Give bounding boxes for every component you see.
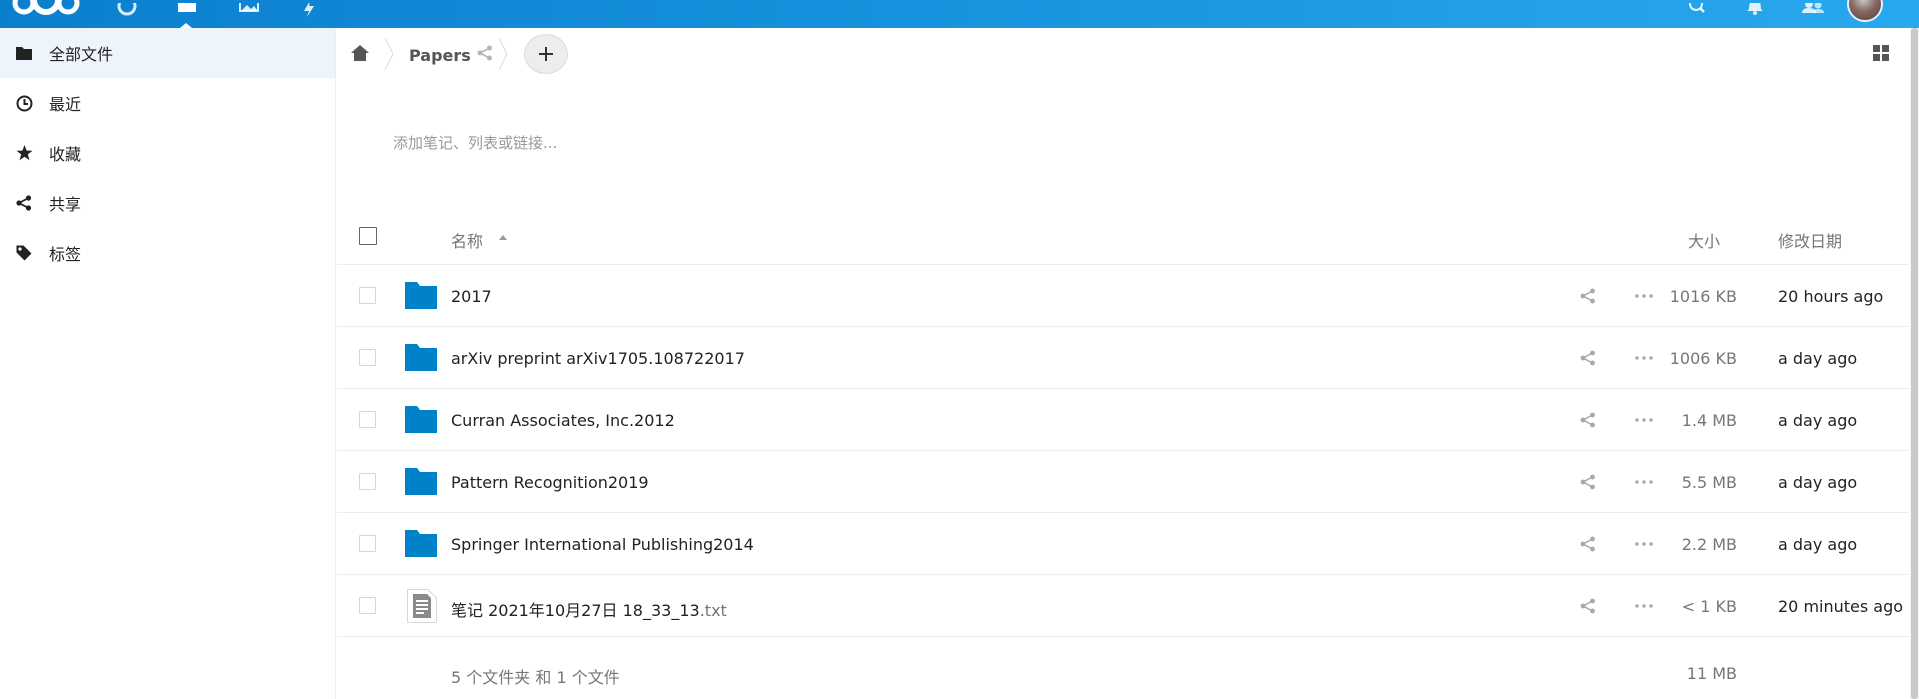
clock-icon — [15, 94, 33, 112]
notifications-icon[interactable] — [1744, 0, 1766, 28]
breadcrumb-current-folder[interactable]: Papers — [409, 46, 471, 65]
file-size: 1.4 MB — [1681, 411, 1737, 430]
home-icon[interactable] — [351, 45, 369, 61]
column-header-name[interactable]: 名称 — [451, 228, 483, 252]
share-icon[interactable] — [1580, 536, 1596, 552]
share-icon[interactable] — [1580, 598, 1596, 614]
share-icon — [15, 194, 33, 212]
scrollbar-thumb[interactable] — [1911, 28, 1918, 699]
file-modified: a day ago — [1778, 411, 1858, 430]
folder-icon — [405, 344, 437, 371]
row-checkbox[interactable] — [359, 411, 376, 428]
breadcrumb: Papers — [337, 28, 1919, 80]
sidebar-item-all-files[interactable]: 全部文件 — [0, 28, 335, 78]
file-modified: 20 minutes ago — [1778, 597, 1904, 616]
file-size: < 1 KB — [1681, 597, 1737, 616]
sidebar-item-shares[interactable]: 共享 — [0, 178, 335, 228]
folder-icon — [405, 468, 437, 495]
column-header-modified[interactable]: 修改日期 — [1778, 228, 1842, 252]
app-header — [0, 0, 1919, 28]
file-name[interactable]: 笔记 2021年10月27日 18_33_13.txt — [451, 597, 727, 621]
photos-icon[interactable] — [237, 0, 261, 28]
app-navigation: 全部文件 最近 收藏 共享 标签 — [0, 28, 336, 699]
activity-icon[interactable] — [297, 0, 321, 28]
table-row[interactable]: 笔记 2021年10月27日 18_33_13.txt < 1 KB 20 mi… — [337, 575, 1909, 637]
row-checkbox[interactable] — [359, 287, 376, 304]
app-content: Papers 名称 大小 修改日期 — [337, 28, 1919, 699]
plus-icon — [538, 46, 554, 62]
folder-notes-input[interactable] — [393, 128, 1293, 158]
file-size: 5.5 MB — [1681, 473, 1737, 492]
share-icon[interactable] — [1580, 288, 1596, 304]
total-size: 11 MB — [1686, 664, 1737, 683]
table-header-row: 名称 大小 修改日期 — [337, 208, 1909, 265]
avatar[interactable] — [1847, 0, 1883, 22]
file-name[interactable]: arXiv preprint arXiv1705.108722017 — [451, 349, 745, 368]
folder-icon — [405, 406, 437, 433]
more-actions-icon[interactable] — [1635, 418, 1653, 422]
share-icon[interactable] — [1580, 412, 1596, 428]
sidebar-item-label: 收藏 — [49, 145, 82, 164]
sidebar-item-label: 最近 — [49, 95, 82, 114]
share-icon[interactable] — [1580, 350, 1596, 366]
search-icon[interactable] — [1686, 0, 1708, 28]
text-file-icon — [407, 589, 437, 623]
sidebar-item-recent[interactable]: 最近 — [0, 78, 335, 128]
row-checkbox[interactable] — [359, 473, 376, 490]
file-name[interactable]: Curran Associates, Inc.2012 — [451, 411, 675, 430]
file-size: 1006 KB — [1669, 349, 1737, 368]
dashboard-icon[interactable] — [115, 0, 139, 28]
file-name[interactable]: 2017 — [451, 287, 492, 306]
table-row[interactable]: Springer International Publishing2014 2.… — [337, 513, 1909, 575]
sidebar-item-tags[interactable]: 标签 — [0, 228, 335, 278]
contacts-icon[interactable] — [1800, 0, 1826, 28]
table-row[interactable]: 2017 1016 KB 20 hours ago — [337, 265, 1909, 327]
sidebar-item-label: 共享 — [49, 195, 82, 214]
file-name[interactable]: Springer International Publishing2014 — [451, 535, 754, 554]
file-modified: a day ago — [1778, 349, 1858, 368]
row-checkbox[interactable] — [359, 535, 376, 552]
column-header-size[interactable]: 大小 — [1688, 228, 1720, 252]
share-icon[interactable] — [477, 45, 493, 61]
breadcrumb-separator-icon — [384, 36, 394, 72]
file-list-table: 名称 大小 修改日期 2017 1016 KB 20 hours ago arX… — [337, 208, 1909, 699]
tag-icon — [15, 244, 33, 262]
table-row[interactable]: arXiv preprint arXiv1705.108722017 1006 … — [337, 327, 1909, 389]
breadcrumb-separator-icon — [498, 36, 508, 72]
folder-icon — [405, 530, 437, 557]
more-actions-icon[interactable] — [1635, 604, 1653, 608]
more-actions-icon[interactable] — [1635, 542, 1653, 546]
new-file-button[interactable] — [524, 34, 568, 74]
sidebar-item-favorites[interactable]: 收藏 — [0, 128, 335, 178]
file-modified: a day ago — [1778, 535, 1858, 554]
sidebar-item-label: 标签 — [49, 245, 82, 264]
folder-icon — [15, 44, 33, 62]
more-actions-icon[interactable] — [1635, 356, 1653, 360]
file-modified: 20 hours ago — [1778, 287, 1884, 306]
file-name[interactable]: Pattern Recognition2019 — [451, 473, 649, 492]
folder-icon — [405, 282, 437, 309]
more-actions-icon[interactable] — [1635, 480, 1653, 484]
more-actions-icon[interactable] — [1635, 294, 1653, 298]
grid-view-icon[interactable] — [1873, 45, 1889, 61]
table-footer-row: 5 个文件夹 和 1 个文件 11 MB — [337, 637, 1909, 699]
sidebar-item-label: 全部文件 — [49, 45, 114, 64]
row-checkbox[interactable] — [359, 349, 376, 366]
table-row[interactable]: Curran Associates, Inc.2012 1.4 MB a day… — [337, 389, 1909, 451]
share-icon[interactable] — [1580, 474, 1596, 490]
row-checkbox[interactable] — [359, 597, 376, 614]
sort-ascending-icon — [499, 235, 507, 240]
star-icon — [15, 144, 33, 162]
select-all-checkbox[interactable] — [359, 227, 377, 245]
nextcloud-logo-icon[interactable] — [10, 0, 82, 28]
table-row[interactable]: Pattern Recognition2019 5.5 MB a day ago — [337, 451, 1909, 513]
file-modified: a day ago — [1778, 473, 1858, 492]
file-size: 1016 KB — [1669, 287, 1737, 306]
file-size: 2.2 MB — [1681, 535, 1737, 554]
file-count-summary: 5 个文件夹 和 1 个文件 — [451, 668, 620, 687]
